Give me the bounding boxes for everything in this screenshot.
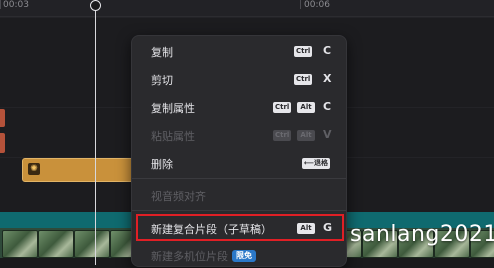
menu-item-cut[interactable]: 剪切 Ctrl X bbox=[132, 68, 346, 92]
shortcut-letter: X bbox=[323, 72, 332, 85]
menu-item-paste-attributes: 粘贴属性 Ctrl Alt V bbox=[132, 124, 346, 148]
shortcut-key-ctrl: Ctrl bbox=[294, 74, 313, 85]
menu-item-label: 粘贴属性 bbox=[151, 130, 195, 143]
watermark: sanlang2021 bbox=[350, 222, 494, 247]
shortcut-letter: C bbox=[323, 100, 332, 113]
timeline-clip[interactable]: ✺ bbox=[22, 158, 134, 182]
menu-item-label: 删除 bbox=[151, 158, 173, 171]
shortcut-key-backspace: ⟵退格 bbox=[302, 158, 331, 169]
track-side-marker[interactable] bbox=[0, 109, 5, 127]
video-thumbnail bbox=[2, 230, 38, 258]
timeline-ruler[interactable]: 00:03 00:06 bbox=[0, 0, 494, 17]
menu-item-copy[interactable]: 复制 Ctrl C bbox=[132, 40, 346, 64]
menu-item-label: 剪切 bbox=[151, 74, 173, 87]
shortcut-key-ctrl: Ctrl bbox=[273, 102, 292, 113]
audio-clip-icon: ✺ bbox=[28, 163, 40, 175]
menu-item-label: 新建多机位片段 bbox=[151, 250, 228, 263]
free-limited-badge: 限免 bbox=[232, 250, 256, 262]
menu-item-delete[interactable]: 删除 ⟵退格 bbox=[132, 152, 346, 176]
ruler-label-00-06: 00:06 bbox=[304, 0, 330, 10]
menu-item-label: 复制 bbox=[151, 46, 173, 59]
menu-item-copy-attributes[interactable]: 复制属性 Ctrl Alt C bbox=[132, 96, 346, 120]
track-side-marker[interactable] bbox=[0, 133, 5, 153]
shortcut-key-alt: Alt bbox=[297, 102, 315, 113]
video-thumbnail bbox=[74, 230, 110, 258]
ruler-tick bbox=[300, 0, 301, 9]
shortcut-key-ctrl: Ctrl bbox=[294, 46, 313, 57]
shortcut-letter: C bbox=[323, 44, 332, 57]
highlight-box bbox=[136, 214, 344, 241]
ruler-label-00-03: 00:03 bbox=[3, 0, 29, 10]
menu-item-label: 视音频对齐 bbox=[151, 190, 206, 203]
ruler-tick bbox=[0, 0, 1, 9]
shortcut-key-ctrl: Ctrl bbox=[273, 130, 292, 141]
shortcut-letter: V bbox=[323, 128, 332, 141]
menu-item-align-av: 视音频对齐 bbox=[132, 184, 346, 208]
video-thumbnail bbox=[38, 230, 74, 258]
shortcut-key-alt: Alt bbox=[297, 130, 315, 141]
playhead-handle[interactable] bbox=[90, 0, 101, 11]
playhead-line[interactable] bbox=[95, 0, 96, 265]
menu-separator bbox=[132, 178, 346, 179]
menu-separator bbox=[132, 210, 346, 211]
menu-item-label: 复制属性 bbox=[151, 102, 195, 115]
